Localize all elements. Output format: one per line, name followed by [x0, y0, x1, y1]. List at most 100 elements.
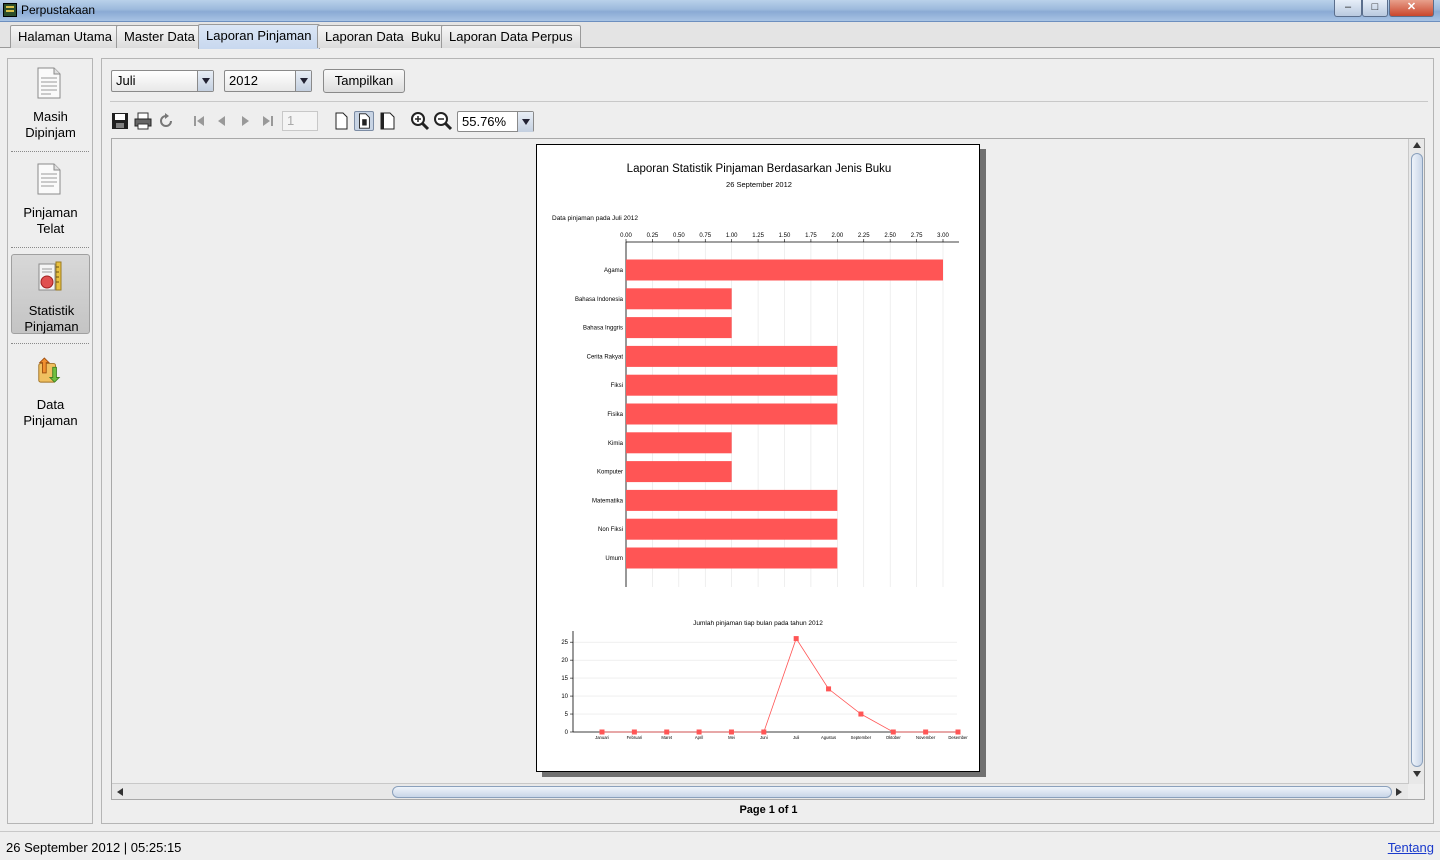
line-x-tick-label: Maret: [661, 735, 673, 740]
bar-x-tick-label: 2.75: [911, 233, 923, 239]
line-point: [728, 729, 734, 735]
bar-x-tick-label: 0.75: [699, 233, 711, 239]
bar-chart-caption: Data pinjaman pada Juli 2012: [552, 215, 638, 222]
bar-category-label: Agama: [604, 268, 624, 274]
bar: [626, 489, 838, 511]
report-page-canvas: Laporan Statistik Pinjaman Berdasarkan J…: [552, 163, 968, 740]
actual-size-icon[interactable]: [331, 111, 351, 131]
zoom-select[interactable]: 55.76%: [457, 111, 534, 132]
line-chart-title: Jumlah pinjaman tiap bulan pada tahun 20…: [693, 620, 823, 627]
sidebar: Masih Dipinjam Pinjaman Telat Statistik Pin…: [7, 58, 93, 824]
sidebar-item-statistik-pinjaman[interactable]: Statistik Pinjaman: [11, 254, 90, 334]
bar: [626, 259, 943, 281]
tab-master-data[interactable]: Master Data: [116, 25, 203, 48]
line-point: [890, 729, 896, 735]
first-page-icon[interactable]: [189, 111, 209, 131]
bar-x-tick-label: 0.50: [673, 233, 685, 239]
line-x-tick-label: Desember: [948, 735, 968, 740]
sidebar-item-label: Dipinjam: [25, 125, 76, 140]
sidebar-item-label: Pinjaman: [24, 319, 79, 334]
tab-bar: Halaman Utama Master Data Laporan Pinjam…: [0, 22, 1440, 49]
sidebar-item-label: Data: [36, 397, 65, 412]
report-viewer: Laporan Statistik Pinjaman Berdasarkan J…: [111, 138, 1425, 800]
vertical-scrollbar[interactable]: [1408, 139, 1424, 784]
bar: [626, 345, 838, 367]
line-x-tick-label: Mei: [728, 735, 735, 740]
previous-page-icon[interactable]: [212, 111, 232, 131]
tab-laporan-data-perpus[interactable]: Laporan Data Perpus: [441, 25, 581, 48]
line-y-tick-label: 5: [565, 712, 569, 718]
bar-x-tick-label: 1.50: [779, 233, 791, 239]
save-icon[interactable]: [110, 111, 130, 131]
line-x-tick-label: Juli: [793, 735, 799, 740]
year-select-value: 2012: [229, 73, 258, 88]
fit-page-icon[interactable]: [354, 111, 374, 131]
scroll-up-icon[interactable]: [1413, 142, 1421, 148]
bar: [626, 547, 838, 569]
bar: [626, 518, 838, 540]
last-page-icon[interactable]: [258, 111, 278, 131]
sidebar-item-label: Pinjaman: [23, 413, 78, 428]
sidebar-separator: [11, 151, 89, 152]
month-select-value: Juli: [116, 73, 136, 88]
year-select[interactable]: 2012: [224, 70, 312, 92]
line-point: [696, 729, 702, 735]
bar-x-tick-label: 2.50: [884, 233, 896, 239]
report-date: 26 September 2012: [726, 180, 792, 189]
chevron-down-icon: [197, 71, 213, 91]
zoom-out-icon[interactable]: [433, 111, 453, 131]
bar-category-label: Fiksi: [611, 383, 623, 389]
line-x-tick-label: September: [851, 735, 872, 740]
divider: [110, 101, 1428, 102]
page-number-input[interactable]: 1: [282, 111, 318, 131]
scroll-right-icon[interactable]: [1396, 788, 1402, 796]
show-report-button[interactable]: Tampilkan: [323, 69, 405, 93]
report-panel: Juli 2012 Tampilkan 1 55.76% Laporan Sta…: [101, 58, 1434, 824]
bar-x-tick-label: 1.75: [805, 233, 817, 239]
bar-x-tick-label: 2.25: [858, 233, 870, 239]
zoom-select-value: 55.76%: [462, 114, 507, 129]
sidebar-item-label: Statistik: [28, 303, 75, 318]
line-point: [599, 729, 605, 735]
scroll-down-icon[interactable]: [1413, 771, 1421, 777]
page-status: Page 1 of 1: [739, 804, 798, 816]
horizontal-scroll-thumb[interactable]: [392, 786, 1392, 798]
close-button[interactable]: ✕: [1389, 0, 1434, 17]
tab-laporan-data-buku[interactable]: Laporan Data Buku: [317, 25, 449, 48]
bar-category-label: Bahasa Indonesia: [575, 297, 624, 303]
bar: [626, 317, 732, 339]
next-page-icon[interactable]: [235, 111, 255, 131]
horizontal-scrollbar[interactable]: [112, 783, 1408, 799]
reload-icon[interactable]: [156, 111, 176, 131]
fit-width-icon[interactable]: [377, 111, 397, 131]
bar-x-tick-label: 1.00: [726, 233, 738, 239]
minimize-button[interactable]: –: [1334, 0, 1362, 17]
scroll-left-icon[interactable]: [117, 788, 123, 796]
bar-category-label: Komputer: [597, 470, 623, 476]
month-select[interactable]: Juli: [111, 70, 214, 92]
line-point: [631, 729, 637, 735]
sidebar-separator: [11, 247, 89, 248]
bar-category-label: Bahasa Inggris: [583, 326, 623, 332]
line-x-tick-label: Agustus: [821, 735, 836, 740]
bar-category-label: Cerita Rakyat: [587, 354, 624, 360]
tab-halaman-utama[interactable]: Halaman Utama: [10, 25, 120, 48]
sidebar-item-data-pinjaman[interactable]: Data Pinjaman: [11, 349, 90, 429]
line-x-tick-label: Januari: [595, 735, 609, 740]
maximize-button[interactable]: □: [1362, 0, 1388, 17]
sidebar-item-masih-dipinjam[interactable]: Masih Dipinjam: [11, 61, 90, 141]
line-chart: 0 5 10 15 20 25 Januari Februari Maret April Mei Ju…: [561, 631, 968, 740]
zoom-in-icon[interactable]: [410, 111, 430, 131]
line-point: [793, 636, 799, 642]
tab-laporan-pinjaman[interactable]: Laporan Pinjaman: [198, 24, 320, 49]
print-icon[interactable]: [133, 111, 153, 131]
about-link[interactable]: Tentang: [1388, 840, 1434, 855]
sidebar-item-pinjaman-telat[interactable]: Pinjaman Telat: [11, 157, 90, 237]
line-y-tick-label: 25: [561, 640, 568, 646]
statistics-icon: [38, 261, 62, 291]
datetime-label: 26 September 2012 | 05:25:15: [6, 840, 182, 855]
vertical-scroll-thumb[interactable]: [1411, 153, 1423, 767]
bar-category-label: Matematika: [592, 498, 624, 504]
bar: [626, 374, 838, 396]
line-point: [826, 686, 832, 692]
